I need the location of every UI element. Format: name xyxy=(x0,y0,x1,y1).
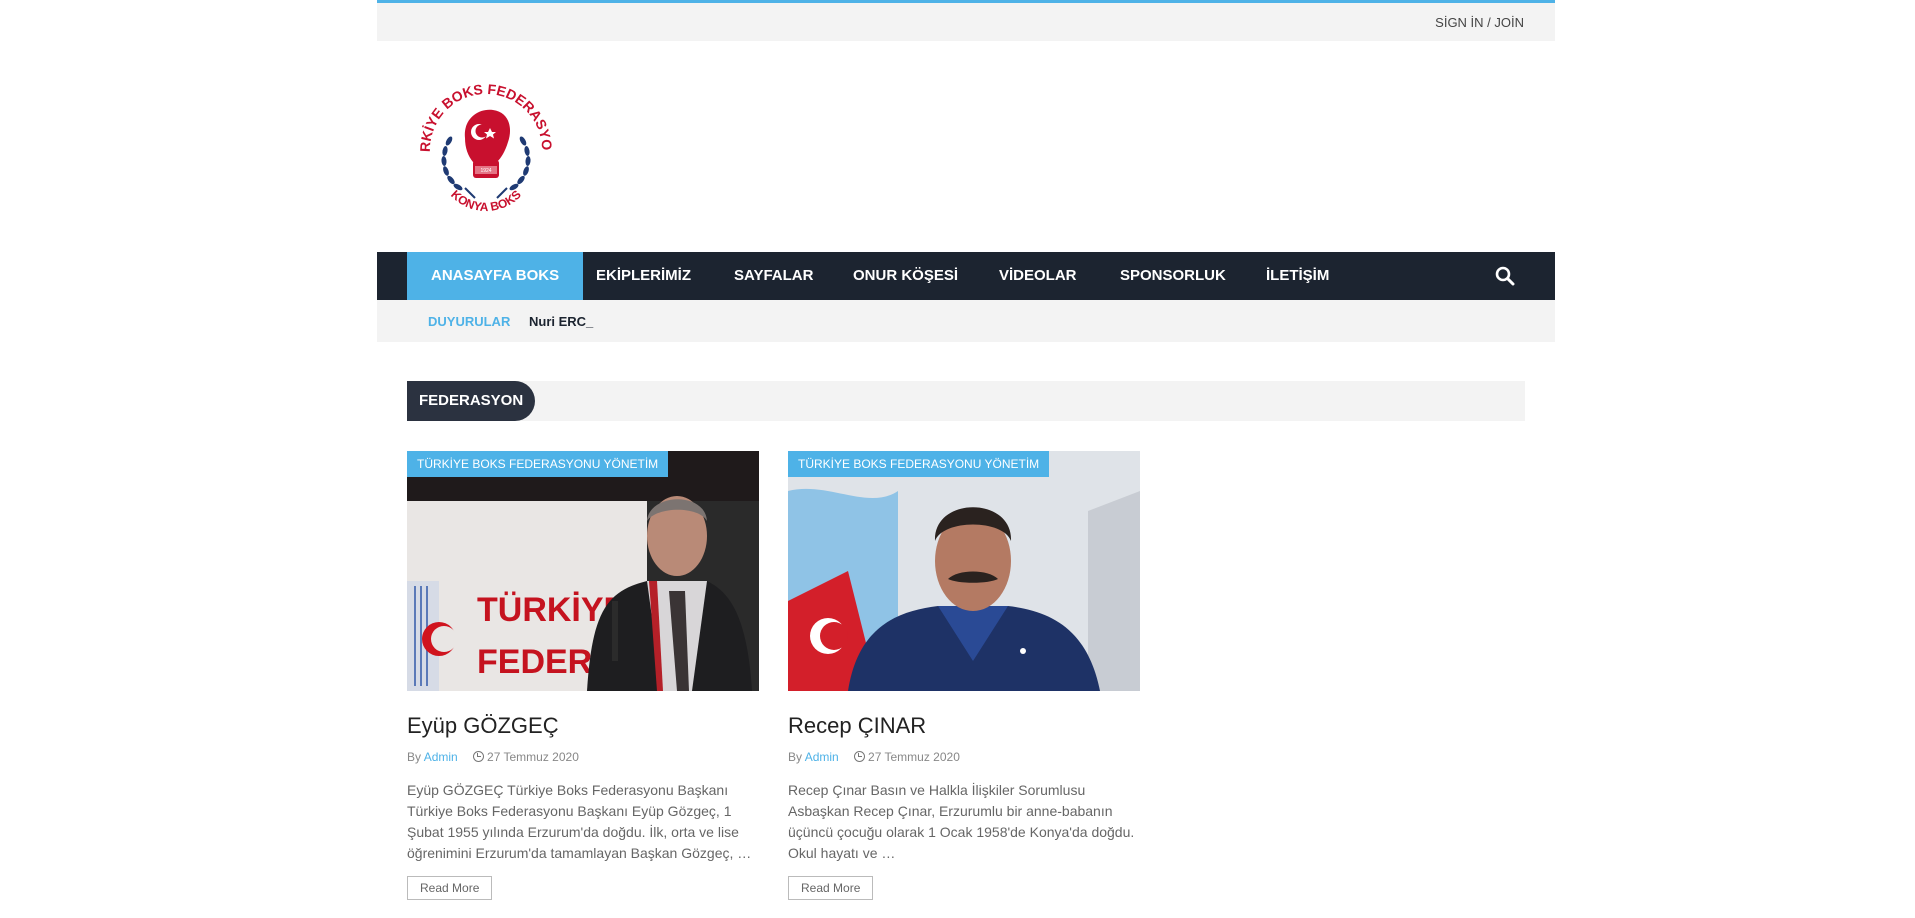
nav-item-onur-kosesi[interactable]: ONUR KÖŞESİ xyxy=(853,252,958,300)
post-card: TÜRKİYE FEDERAS TÜRKİYE BOKS FEDERASYONU… xyxy=(407,451,759,900)
logo-emblem: 1924 TÜRKİYE BOKS FEDERASYONU KONYA BOKS xyxy=(408,57,555,214)
nav-item-videolar[interactable]: VİDEOLAR xyxy=(999,252,1077,300)
post-author[interactable]: Admin xyxy=(424,750,458,764)
main-nav: ANASAYFA BOKS EKİPLERİMİZ SAYFALAR ONUR … xyxy=(377,252,1555,300)
top-bar: SİGN İN / JOİN xyxy=(377,0,1555,41)
nav-item-sayfalar[interactable]: SAYFALAR xyxy=(734,252,813,300)
nav-item-anasayfa[interactable]: ANASAYFA BOKS xyxy=(407,252,584,300)
post-image[interactable]: TÜRKİYE BOKS FEDERASYONU YÖNETİM xyxy=(788,451,1140,691)
nav-item-iletisim[interactable]: İLETİŞİM xyxy=(1266,252,1329,300)
meta-by: By xyxy=(407,750,422,764)
post-excerpt: Eyüp GÖZGEÇ Türkiye Boks Federasyonu Baş… xyxy=(407,782,752,861)
news-ticker: DUYURULAR Nuri ERC_ xyxy=(377,300,1555,342)
nav-item-ekiplerimiz[interactable]: EKİPLERİMİZ xyxy=(596,252,691,300)
post-excerpt: Recep Çınar Basın ve Halkla İlişkiler So… xyxy=(788,782,1135,861)
section-header: FEDERASYON xyxy=(407,381,1525,421)
category-badge[interactable]: TÜRKİYE BOKS FEDERASYONU YÖNETİM xyxy=(788,451,1050,477)
nav-item-sponsorluk[interactable]: SPONSORLUK xyxy=(1120,252,1226,300)
svg-text:1924: 1924 xyxy=(480,168,491,174)
post-title[interactable]: Recep ÇINAR xyxy=(788,713,1140,739)
post-image[interactable]: TÜRKİYE FEDERAS TÜRKİYE BOKS FEDERASYONU… xyxy=(407,451,759,691)
meta-by: By xyxy=(788,750,803,764)
clock-icon xyxy=(854,751,866,762)
site-logo[interactable]: 1924 TÜRKİYE BOKS FEDERASYONU KONYA BOKS xyxy=(408,57,558,223)
search-icon[interactable] xyxy=(1495,266,1515,286)
post-title[interactable]: Eyüp GÖZGEÇ xyxy=(407,713,759,739)
post-date: 27 Temmuz 2020 xyxy=(487,750,579,764)
post-card: TÜRKİYE BOKS FEDERASYONU YÖNETİM Recep Ç… xyxy=(788,451,1140,900)
read-more-button[interactable]: Read More xyxy=(407,876,493,900)
logo-bottom-text: KONYA BOKS xyxy=(448,187,524,214)
post-meta: By Admin 27 Temmuz 2020 xyxy=(407,750,759,766)
ticker-item[interactable]: Nuri ERC_ xyxy=(529,314,593,329)
ticker-label: DUYURULAR xyxy=(428,314,511,329)
signin-link[interactable]: SİGN İN / JOİN xyxy=(1435,15,1524,30)
section-title: FEDERASYON xyxy=(407,381,536,421)
page-container: SİGN İN / JOİN 1924 RKİYE BOKS FEDERASYO… xyxy=(377,0,1555,918)
post-meta: By Admin 27 Temmuz 2020 xyxy=(788,750,1140,766)
clock-icon xyxy=(473,751,485,762)
category-badge[interactable]: TÜRKİYE BOKS FEDERASYONU YÖNETİM xyxy=(407,451,669,477)
read-more-button[interactable]: Read More xyxy=(788,876,874,900)
post-date: 27 Temmuz 2020 xyxy=(868,750,960,764)
post-author[interactable]: Admin xyxy=(805,750,839,764)
